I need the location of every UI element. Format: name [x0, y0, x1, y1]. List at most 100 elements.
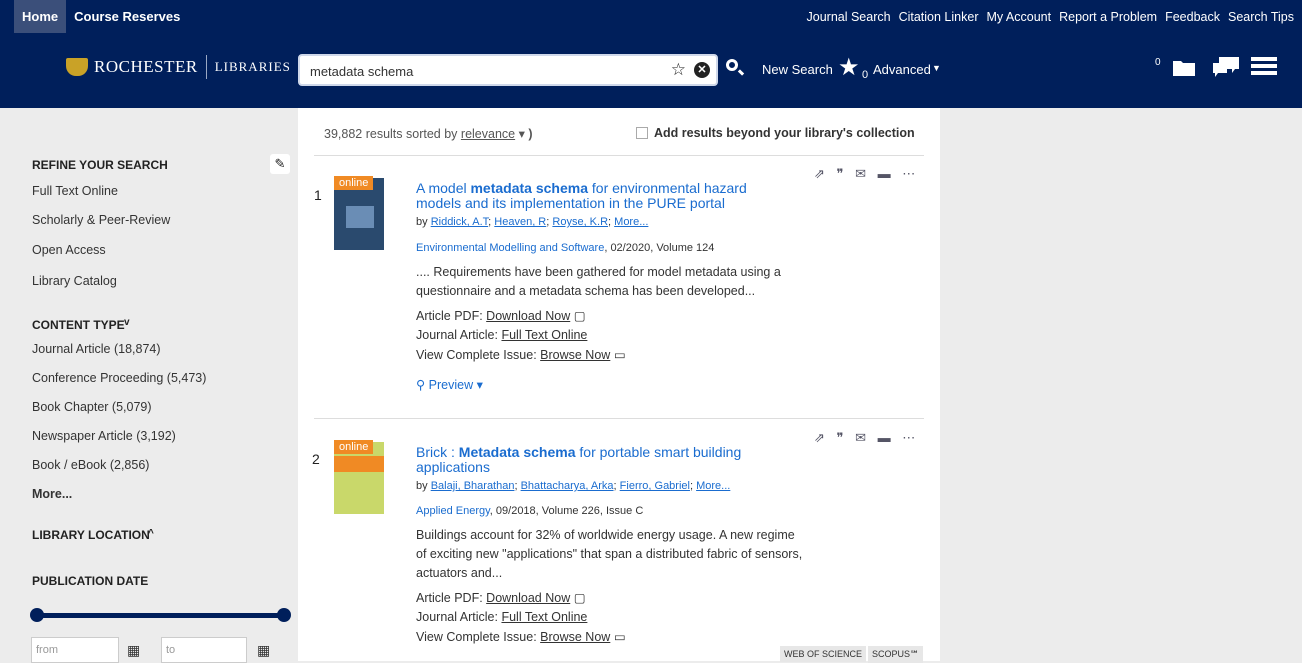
content-journal-article[interactable]: Journal Article (18,874): [32, 342, 161, 356]
date-slider-track[interactable]: [36, 613, 284, 618]
advanced-button[interactable]: Advanced: [873, 62, 931, 77]
add-results-toggle[interactable]: Add results beyond your library's collec…: [636, 126, 915, 140]
full-text-row: Journal Article: Full Text Online: [416, 328, 588, 342]
content-conference-proceeding[interactable]: Conference Proceeding (5,473): [32, 371, 206, 385]
filter-library-catalog[interactable]: Library Catalog: [32, 274, 117, 288]
saved-star-icon[interactable]: ★: [838, 53, 860, 82]
chat-icon[interactable]: [1211, 55, 1241, 79]
calendar-icon[interactable]: ▦: [127, 642, 140, 659]
book-icon: ▭: [613, 630, 626, 644]
download-now-link[interactable]: Download Now: [486, 591, 570, 605]
new-search-button[interactable]: New Search: [762, 62, 833, 77]
refine-sidebar: REFINE YOUR SEARCH ✎ Full Text Online Sc…: [0, 108, 298, 663]
author-link[interactable]: Riddick, A.T: [431, 216, 488, 228]
results-panel: 39,882 results sorted by relevance ▾ ) A…: [298, 108, 940, 663]
date-slider-start-handle[interactable]: [30, 608, 44, 622]
authors-more-link[interactable]: More...: [696, 480, 730, 492]
result-number: 1: [314, 187, 322, 203]
content-more-link[interactable]: More...: [32, 487, 72, 501]
date-from-input[interactable]: from: [31, 637, 119, 663]
result-thumbnail[interactable]: online: [334, 176, 384, 250]
chevron-down-icon: ▼: [932, 63, 941, 73]
results-summary: 39,882 results sorted by relevance ▾ ): [324, 127, 533, 141]
result-snippet: Buildings account for 32% of worldwide e…: [416, 528, 803, 580]
nav-home[interactable]: Home: [14, 0, 67, 33]
search-icon[interactable]: [726, 59, 738, 71]
author-link[interactable]: Bhattacharya, Arka: [521, 480, 614, 492]
browse-issue-row: View Complete Issue: Browse Now ▭: [416, 348, 626, 362]
logo-university: ROCHESTER: [94, 57, 198, 76]
folder-icon[interactable]: [1172, 57, 1196, 77]
result-actions[interactable]: ⇗ ❞ ✉ ▬ ⋯: [814, 430, 919, 446]
date-slider-end-handle[interactable]: [277, 608, 291, 622]
preview-toggle[interactable]: ⚲ Preview ▾: [416, 377, 483, 392]
calendar-icon[interactable]: ▦: [257, 642, 270, 659]
content-type-heading[interactable]: CONTENT TYPE: [32, 318, 125, 332]
nav-report-problem[interactable]: Report a Problem: [1059, 10, 1157, 24]
saved-count: 0: [862, 69, 869, 81]
refine-heading: REFINE YOUR SEARCH: [32, 158, 168, 172]
full-text-row: Journal Article: Full Text Online: [416, 610, 588, 624]
search-input[interactable]: [308, 61, 652, 81]
article-pdf-row: Article PDF: Download Now ▢: [416, 309, 586, 323]
date-to-input[interactable]: to: [161, 637, 247, 663]
nav-feedback[interactable]: Feedback: [1165, 10, 1220, 24]
pencil-icon[interactable]: ✎: [270, 154, 290, 174]
result-snippet: .... Requirements have been gathered for…: [416, 265, 781, 298]
browse-now-link[interactable]: Browse Now: [540, 348, 610, 362]
online-badge: online: [334, 176, 374, 190]
right-gutter: [940, 108, 1302, 661]
result-publication: Applied Energy, 09/2018, Volume 226, Iss…: [416, 505, 644, 517]
nav-course-reserves[interactable]: Course Reserves: [66, 0, 188, 33]
result-title-link[interactable]: Brick : Metadata schema for portable sma…: [416, 445, 776, 475]
publication-link[interactable]: Environmental Modelling and Software: [416, 242, 604, 254]
library-location-heading[interactable]: LIBRARY LOCATION: [32, 528, 150, 542]
content-book-chapter[interactable]: Book Chapter (5,079): [32, 400, 152, 414]
chevron-up-icon[interactable]: ^: [148, 528, 154, 539]
nav-my-account[interactable]: My Account: [986, 10, 1051, 24]
full-text-online-link[interactable]: Full Text Online: [501, 610, 587, 624]
publication-date-heading: PUBLICATION DATE: [32, 574, 149, 588]
nav-search-tips[interactable]: Search Tips: [1228, 10, 1294, 24]
logo-libraries: LIBRARIES: [214, 59, 291, 74]
full-text-online-link[interactable]: Full Text Online: [501, 328, 587, 342]
filter-scholarly[interactable]: Scholarly & Peer-Review: [32, 213, 170, 227]
author-link[interactable]: Fierro, Gabriel: [620, 480, 690, 492]
author-link[interactable]: Royse, K.R: [552, 216, 608, 228]
result-thumbnail[interactable]: online: [334, 440, 384, 514]
result-number: 2: [312, 451, 320, 467]
article-pdf-row: Article PDF: Download Now ▢: [416, 591, 586, 605]
content-newspaper-article[interactable]: Newspaper Article (3,192): [32, 429, 176, 443]
browse-now-link[interactable]: Browse Now: [540, 630, 610, 644]
result-title-link[interactable]: A model metadata schema for environmenta…: [416, 181, 776, 211]
result-publication: Environmental Modelling and Software, 02…: [416, 242, 715, 254]
download-now-link[interactable]: Download Now: [486, 309, 570, 323]
filter-full-text-online[interactable]: Full Text Online: [32, 184, 118, 198]
star-icon[interactable]: ☆: [671, 60, 686, 80]
web-of-science-badge: WEB OF SCIENCE: [780, 646, 867, 662]
clear-icon[interactable]: ✕: [694, 62, 710, 78]
result-actions[interactable]: ⇗ ❞ ✉ ▬ ⋯: [814, 166, 919, 182]
authors-more-link[interactable]: More...: [614, 216, 648, 228]
pdf-icon: ▢: [573, 309, 586, 323]
rss-icon[interactable]: ): [528, 127, 532, 141]
publication-link[interactable]: Applied Energy: [416, 505, 490, 517]
chevron-down-icon[interactable]: v: [124, 317, 130, 328]
shield-icon: [66, 58, 88, 76]
sort-dropdown[interactable]: relevance: [461, 127, 515, 141]
result-authors: by Balaji, Bharathan; Bhattacharya, Arka…: [416, 480, 731, 492]
filter-open-access[interactable]: Open Access: [32, 243, 106, 257]
result-authors: by Riddick, A.T; Heaven, R; Royse, K.R; …: [416, 216, 649, 228]
menu-icon[interactable]: [1251, 56, 1277, 76]
top-nav: Home Course Reserves Journal Search Cita…: [0, 0, 1302, 33]
library-logo[interactable]: ROCHESTER LIBRARIES: [66, 55, 291, 79]
content-book-ebook[interactable]: Book / eBook (2,856): [32, 458, 149, 472]
author-link[interactable]: Balaji, Bharathan: [431, 480, 515, 492]
online-badge: online: [334, 440, 374, 454]
author-link[interactable]: Heaven, R: [494, 216, 546, 228]
nav-citation-linker[interactable]: Citation Linker: [899, 10, 979, 24]
book-icon: ▭: [613, 348, 626, 362]
add-results-checkbox[interactable]: [636, 127, 648, 139]
pdf-icon: ▢: [573, 591, 586, 605]
nav-journal-search[interactable]: Journal Search: [807, 10, 891, 24]
